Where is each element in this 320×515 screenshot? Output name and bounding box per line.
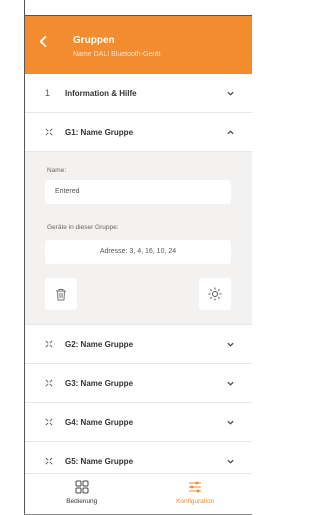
grid-icon <box>75 480 89 494</box>
devices-address-field[interactable]: Adresse: 3, 4, 16, 10, 24 <box>45 240 231 264</box>
info-help-row[interactable]: 1 Information & Hilfe <box>25 74 252 113</box>
group-details-panel: Name: Entered Geräte in dieser Gruppe: A… <box>25 152 252 325</box>
chevron-down-icon <box>227 459 234 464</box>
tab-configuration-label: Konfiguration <box>176 498 215 505</box>
collapse-arrows-icon <box>45 379 53 387</box>
chevron-down-icon <box>227 91 234 96</box>
group-row-g3[interactable]: G3: Name Gruppe <box>25 364 252 403</box>
group-lead <box>45 418 65 426</box>
chevron-down-icon <box>227 381 234 386</box>
group-label: G2: Name Gruppe <box>65 339 134 349</box>
back-arrow-icon[interactable] <box>38 36 49 47</box>
chevron-down-icon <box>227 420 234 425</box>
group-lead <box>45 457 65 465</box>
devices-field-label: Geräte in dieser Gruppe: <box>47 224 119 231</box>
page-subtitle: Name DALI Bluetooth-Gerät <box>73 51 161 58</box>
info-help-label: Information & Hilfe <box>65 88 137 98</box>
sliders-icon <box>189 481 202 493</box>
collapse-arrows-icon <box>45 418 53 426</box>
group-lead <box>45 340 65 348</box>
app-header: Gruppen Name DALI Bluetooth-Gerät <box>25 16 252 74</box>
tab-operation-label: Bedienung <box>66 498 98 505</box>
group-name-input[interactable]: Entered <box>45 180 231 204</box>
chevron-down-icon <box>227 342 234 347</box>
delete-button[interactable] <box>45 278 77 310</box>
tab-configuration[interactable]: Konfiguration <box>139 474 253 514</box>
group-row-g4[interactable]: G4: Name Gruppe <box>25 403 252 442</box>
page-title: Gruppen <box>73 35 115 46</box>
chevron-up-icon <box>227 129 234 134</box>
tab-operation[interactable]: Bedienung <box>25 474 139 514</box>
trash-icon <box>56 288 66 300</box>
bottom-tab-bar: Bedienung Konfiguration <box>25 473 252 514</box>
identify-light-button[interactable] <box>199 278 231 310</box>
group-label: G1: Name Gruppe <box>65 127 134 137</box>
name-field-label: Name: <box>47 167 67 174</box>
row-number: 1 <box>45 88 51 98</box>
group-row-g1[interactable]: G1: Name Gruppe <box>25 113 252 152</box>
sun-icon <box>208 287 222 301</box>
group-label: G3: Name Gruppe <box>65 378 134 388</box>
collapse-arrows-icon <box>45 340 53 348</box>
group-lead <box>45 128 65 136</box>
collapse-arrows-icon <box>45 457 53 465</box>
app-screen: Gruppen Name DALI Bluetooth-Gerät 1 Info… <box>25 16 252 514</box>
group-row-g2[interactable]: G2: Name Gruppe <box>25 325 252 364</box>
group-lead <box>45 379 65 387</box>
group-label: G5: Name Gruppe <box>65 456 134 466</box>
collapse-arrows-icon <box>45 128 53 136</box>
group-label: G4: Name Gruppe <box>65 417 134 427</box>
